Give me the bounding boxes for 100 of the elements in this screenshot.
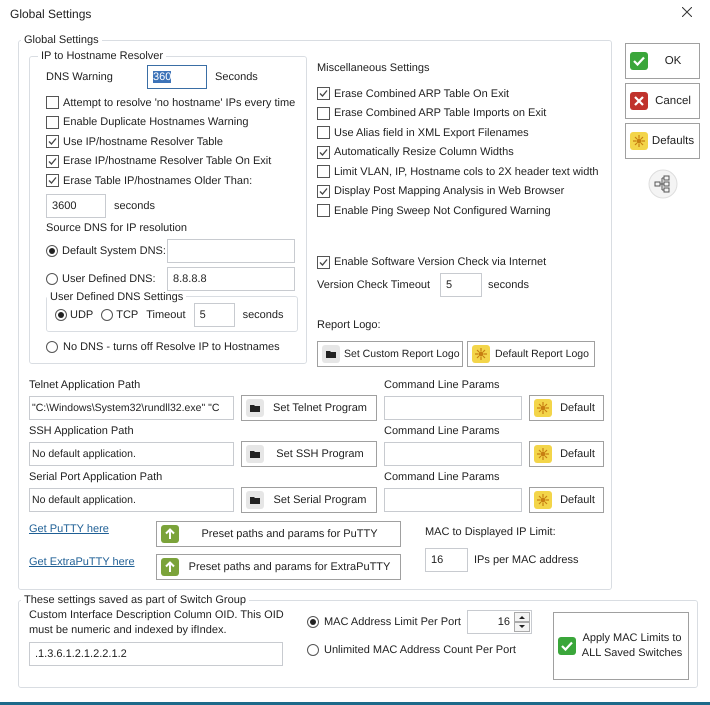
checkbox[interactable] <box>317 204 330 218</box>
field-label: SSH Application Path <box>29 425 134 437</box>
checkbox-label: Erase Table IP/hostnames Older Than: <box>63 174 252 187</box>
sun-icon <box>534 399 552 417</box>
oid-field[interactable]: .1.3.6.1.2.1.2.2.1.2 <box>29 642 283 666</box>
radio-label: MAC Address Limit Per Port <box>324 616 461 628</box>
checkbox-label: Enable Software Version Check via Internet <box>334 256 546 268</box>
field-label: Command Line Params <box>384 379 500 391</box>
radio-button[interactable] <box>55 308 67 320</box>
tree-diagram-icon[interactable] <box>648 169 678 199</box>
age-field[interactable]: 3600 <box>46 194 106 218</box>
sun-icon <box>472 345 490 363</box>
radio-button[interactable] <box>46 341 58 354</box>
radio-button[interactable] <box>46 244 58 256</box>
radio-button[interactable] <box>101 308 114 320</box>
radio-button[interactable] <box>46 272 58 284</box>
dns-field[interactable]: 8.8.8.8 <box>167 266 295 290</box>
unit-label: seconds <box>488 279 529 291</box>
set-program-button[interactable]: Set SSH Program <box>241 441 377 467</box>
report-logo-button[interactable]: Set Custom Report Logo <box>317 341 463 367</box>
unit-label: IPs per MAC address <box>474 554 579 566</box>
radio-label: Unlimited MAC Address Count Per Port <box>324 644 516 656</box>
folder-icon <box>322 345 340 363</box>
path-field[interactable]: No default application. <box>29 488 234 512</box>
field-label: DNS Warning <box>46 71 113 83</box>
group-title: These settings saved as part of Switch Group <box>23 594 247 606</box>
checkbox-label: Use IP/hostname Resolver Table <box>63 136 223 148</box>
field-label: Timeout <box>146 308 186 320</box>
checkbox[interactable] <box>317 87 330 100</box>
field-value: 360 <box>153 71 172 83</box>
set-program-button[interactable]: Set Serial Program <box>241 487 377 513</box>
checkbox-label: Display Post Mapping Analysis in Web Browser <box>334 185 564 198</box>
checkbox[interactable] <box>317 146 330 159</box>
checkbox[interactable] <box>317 184 330 198</box>
default-button[interactable]: Default <box>529 487 604 513</box>
version-timeout-field[interactable]: 5 <box>440 273 482 297</box>
window-title: Global Settings <box>10 7 92 21</box>
section-label: Source DNS for IP resolution <box>46 222 188 234</box>
close-icon[interactable] <box>682 7 692 17</box>
download-link[interactable]: Get PuTTY here <box>29 523 109 535</box>
radio-button[interactable] <box>307 644 319 656</box>
field-label: Serial Port Application Path <box>29 471 162 483</box>
params-field[interactable] <box>384 442 522 466</box>
unit-label: Seconds <box>215 71 258 83</box>
apply-mac-limits-button[interactable]: Apply MAC Limits to ALL Saved Switches <box>553 612 689 680</box>
radio-label: User Defined DNS: <box>62 272 156 284</box>
checkbox-label: Erase IP/hostname Resolver Table On Exit <box>63 155 272 168</box>
unit-label: seconds <box>242 308 284 320</box>
radio-label: UDP <box>70 308 94 320</box>
radio-button[interactable] <box>307 616 319 628</box>
checkbox[interactable] <box>46 96 59 110</box>
dialog-button[interactable]: Cancel <box>625 83 700 119</box>
checkbox[interactable] <box>317 256 330 269</box>
checkbox[interactable] <box>317 126 330 140</box>
params-field[interactable] <box>384 488 522 512</box>
download-link[interactable]: Get ExtraPuTTY here <box>29 556 135 568</box>
dns-field[interactable] <box>167 238 295 262</box>
group-title: Global Settings <box>23 34 100 46</box>
ip-limit-field[interactable]: 16 <box>425 548 468 572</box>
sun-icon <box>534 445 552 463</box>
field-label: Telnet Application Path <box>29 379 140 391</box>
checkbox[interactable] <box>317 106 330 120</box>
timeout-field[interactable]: 5 <box>194 302 235 326</box>
default-button[interactable]: Default <box>529 395 604 421</box>
params-field[interactable] <box>384 396 522 420</box>
dialog-button[interactable]: Defaults <box>625 123 700 159</box>
field-label: Command Line Params <box>384 471 500 483</box>
checkbox[interactable] <box>46 135 59 148</box>
checkbox[interactable] <box>46 174 59 188</box>
path-field[interactable]: "C:\Windows\System32\rundll32.exe" "C <box>29 396 234 420</box>
folder-icon <box>246 491 264 509</box>
checkbox[interactable] <box>46 116 59 129</box>
folder-icon <box>246 399 264 417</box>
radio-label: Default System DNS: <box>62 244 166 256</box>
path-field[interactable]: No default application. <box>29 442 234 466</box>
folder-icon <box>246 445 264 463</box>
dns-warning-field[interactable]: 360 <box>147 65 207 89</box>
group-title: IP to Hostname Resolver <box>40 50 164 62</box>
section-label: Report Logo: <box>317 319 381 331</box>
checkbox-label: Enable Duplicate Hostnames Warning <box>63 116 248 128</box>
sun-icon <box>534 491 552 509</box>
checkbox-label: Attempt to resolve 'no hostname' IPs every time <box>63 96 296 109</box>
field-label: MAC to Displayed IP Limit: <box>425 526 556 538</box>
oid-description: Custom Interface Description Column OID. This OID must be numeric and indexed by ifIndex. <box>29 608 285 638</box>
dialog-button[interactable]: OK <box>625 43 700 79</box>
radio-label: No DNS - turns off Resolve IP to Hostnames <box>63 341 280 354</box>
checkbox[interactable] <box>46 154 59 168</box>
default-button[interactable]: Default <box>529 441 604 467</box>
checkbox-label: Erase Combined ARP Table Imports on Exit <box>334 107 546 120</box>
field-label: Command Line Params <box>384 425 500 437</box>
checkbox[interactable] <box>317 165 330 178</box>
cross-icon <box>630 92 648 110</box>
set-program-button[interactable]: Set Telnet Program <box>241 395 377 421</box>
checkbox-label: Limit VLAN, IP, Hostname cols to 2X header text width <box>334 166 599 178</box>
preset-button[interactable]: Preset paths and params for PuTTY <box>156 521 401 547</box>
preset-button[interactable]: Preset paths and params for ExtraPuTTY <box>156 554 401 580</box>
mac-limit-spinner[interactable]: 16 <box>467 610 532 634</box>
report-logo-button[interactable]: Default Report Logo <box>467 341 595 367</box>
checkbox-label: Automatically Resize Column Widths <box>334 146 514 158</box>
check-icon <box>630 52 648 70</box>
